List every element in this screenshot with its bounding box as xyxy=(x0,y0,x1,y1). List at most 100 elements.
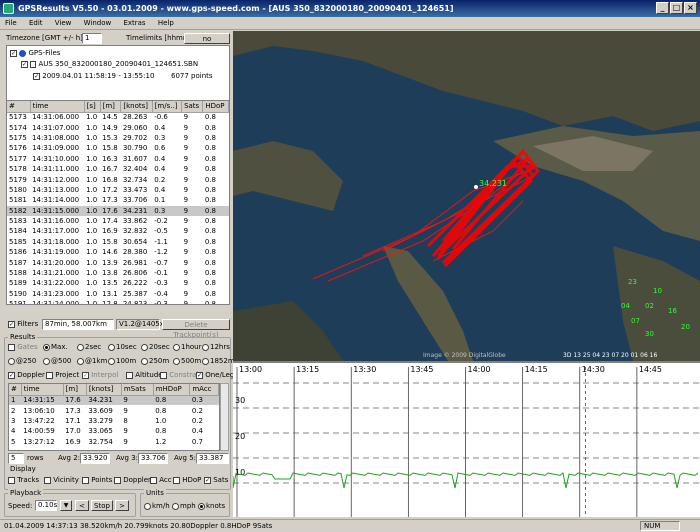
filters-value[interactable]: 87min, 58.007km xyxy=(42,319,114,330)
map-canvas[interactable]: 34.231 23 10 04 02 07 30 16 20 Image © 2… xyxy=(233,31,700,361)
trackpoint-row[interactable]: 5173 14:31:06.000 1.0 14.5 28.263 -0.6 9 0.8 xyxy=(7,112,229,122)
trackpoint-row[interactable]: 5175 14:31:08.000 1.0 15.3 29.702 0.3 9 0.8 xyxy=(7,133,229,143)
results-col-header[interactable]: time xyxy=(21,384,64,396)
vicinity-checkbox[interactable]: Vicinity xyxy=(44,476,79,484)
trackpoint-row[interactable]: 5191 14:31:24.000 1.0 12.8 24.823 -0.3 9 0.8 xyxy=(7,299,229,304)
prev-button[interactable]: < xyxy=(75,500,89,511)
kmh-radio[interactable]: km/h xyxy=(144,502,170,510)
trackpoint-row[interactable]: 5174 14:31:07.000 1.0 14.9 29.060 0.4 9 0.8 xyxy=(7,122,229,132)
trackpoint-row[interactable]: 5189 14:31:22.000 1.0 13.5 26.222 -0.3 9 0.8 xyxy=(7,278,229,288)
tree-session[interactable]: ✓ 2009.04.01 11:58:19 - 13:55:10 xyxy=(33,72,154,80)
next-button[interactable]: > xyxy=(115,500,129,511)
tp-col-header[interactable]: Sats xyxy=(181,101,204,113)
results-col-header[interactable]: [knots] xyxy=(86,384,122,396)
max-radio[interactable]: Max. xyxy=(43,343,68,351)
knots-radio[interactable]: knots xyxy=(198,502,225,510)
filters-checkbox-wrap[interactable]: ✓ Filters xyxy=(8,320,38,328)
result-row[interactable]: 3 13:47:22 17.1 33.279 8 1.0 0.2 xyxy=(9,416,219,426)
tree-root-checkbox[interactable]: ✓ xyxy=(10,49,17,57)
gates-checkbox[interactable]: Gates xyxy=(8,343,38,351)
timezone-input[interactable]: 1 xyxy=(82,33,102,44)
trackpoint-row[interactable]: 5184 14:31:17.000 1.0 16.9 32.832 -0.5 9 0.8 xyxy=(7,226,229,236)
menu-help[interactable]: Help xyxy=(153,17,179,30)
results-col-header[interactable]: mAcc xyxy=(189,384,219,396)
menu-edit[interactable]: Edit xyxy=(24,17,48,30)
tree-session-checkbox[interactable]: ✓ xyxy=(33,72,40,80)
at250-radio[interactable]: @250 xyxy=(8,357,36,365)
trackpoint-row[interactable]: 5185 14:31:18.000 1.0 15.8 30.654 -1.1 9 0.8 xyxy=(7,237,229,247)
tree-root[interactable]: ✓ GPS-Files xyxy=(10,49,60,57)
trackpoint-row[interactable]: 5179 14:31:12.000 1.0 16.8 32.734 0.2 9 0.8 xyxy=(7,174,229,184)
sats-checkbox[interactable]: ✓ Sats xyxy=(204,476,228,484)
tp-col-header[interactable]: time xyxy=(30,101,85,113)
tp-col-header[interactable]: [m] xyxy=(100,101,122,113)
trackpoint-row[interactable]: 5183 14:31:16.000 1.0 17.4 33.862 -0.2 9 0.8 xyxy=(7,216,229,226)
result-row[interactable]: 2 13:06:10 17.3 33.609 9 0.8 0.2 xyxy=(9,405,219,415)
menu-extras[interactable]: Extras xyxy=(118,17,150,30)
project-checkbox[interactable]: Project xyxy=(46,371,79,379)
satellite-map[interactable]: 34.231 23 10 04 02 07 30 16 20 Image © 2… xyxy=(233,31,700,361)
maximize-button[interactable]: □ xyxy=(670,2,683,14)
speed-input[interactable]: 0.10s xyxy=(35,500,57,511)
trackpoint-row[interactable]: 5187 14:31:20.000 1.0 13.9 26.981 -0.7 9 0.8 xyxy=(7,257,229,267)
tree-file-checkbox[interactable]: ✓ xyxy=(21,60,28,68)
tp-col-header[interactable]: [knots] xyxy=(120,101,153,113)
acc-checkbox[interactable]: Acc xyxy=(150,476,172,484)
10sec-radio[interactable]: 10sec xyxy=(108,343,137,351)
20sec-radio[interactable]: 20sec xyxy=(141,343,170,351)
speed-graph[interactable]: 13:00 13:15 13:30 13:45 14:00 14:15 14:30 14:45… xyxy=(232,361,700,517)
menu-view[interactable]: View xyxy=(50,17,77,30)
result-row[interactable]: 1 14:31:15 17.6 34.231 9 0.8 0.3 xyxy=(9,395,219,406)
tp-col-header[interactable]: [m/s..] xyxy=(152,101,183,113)
graph-canvas[interactable]: 13:00 13:15 13:30 13:45 14:00 14:15 14:30 14:45… xyxy=(232,363,700,517)
results-scrollbar[interactable] xyxy=(220,383,229,451)
results-col-header[interactable]: mSats xyxy=(121,384,154,396)
trackpoint-row[interactable]: 5181 14:31:14.000 1.0 17.3 33.706 0.1 9 0.8 xyxy=(7,195,229,205)
at500-radio[interactable]: @500 xyxy=(43,357,71,365)
results-col-header[interactable]: [m] xyxy=(63,384,87,396)
trackpoint-grid[interactable]: # time [s] [m] [knots] [m/s..] Sats HDoP 5173 14… xyxy=(6,100,230,305)
stop-button[interactable]: Stop xyxy=(91,500,113,511)
minimize-button[interactable]: _ xyxy=(656,2,669,14)
12hrs-radio[interactable]: 12hrs xyxy=(202,343,230,351)
result-row[interactable]: 5 13:27:12 16.9 32.754 9 1.2 0.7 xyxy=(9,437,219,447)
doppler-checkbox[interactable]: ✓ Doppler xyxy=(8,371,45,379)
at1km-radio[interactable]: @1km xyxy=(77,357,107,365)
interpol-checkbox[interactable]: ✓ Interpol xyxy=(82,371,118,379)
tp-col-header[interactable]: # xyxy=(7,101,31,113)
trackpoint-row[interactable]: 5186 14:31:19.000 1.0 14.6 28.380 -1.2 9 0.8 xyxy=(7,247,229,257)
display-doppler-checkbox[interactable]: Doppler xyxy=(114,476,151,484)
menu-file[interactable]: File xyxy=(0,17,22,30)
oneleg-checkbox[interactable]: ✓ One/Leg xyxy=(196,371,234,379)
1hour-radio[interactable]: 1hour xyxy=(173,343,202,351)
trackpoint-row[interactable]: 5180 14:31:13.000 1.0 17.2 33.473 0.4 9 0.8 xyxy=(7,185,229,195)
tp-col-header[interactable]: [s] xyxy=(84,101,101,113)
filters-checkbox[interactable]: ✓ xyxy=(8,320,15,328)
trackpoint-row[interactable]: 5188 14:31:21.000 1.0 13.8 26.806 -0.1 9 0.8 xyxy=(7,268,229,278)
tp-col-header[interactable]: HDoP xyxy=(202,101,229,113)
points-checkbox[interactable]: Points xyxy=(82,476,112,484)
delete-trackpoints-button[interactable]: Delete Trackpoint(s) xyxy=(162,319,230,339)
altitude-checkbox[interactable]: Altitude xyxy=(126,371,163,379)
results-col-header[interactable]: # xyxy=(9,384,22,396)
trackpoint-row[interactable]: 5177 14:31:10.000 1.0 16.3 31.607 0.4 9 0.8 xyxy=(7,154,229,164)
250m-radio[interactable]: 250m xyxy=(141,357,169,365)
rows-input[interactable]: 5 xyxy=(8,453,24,464)
result-row[interactable]: 4 14:00:59 17.0 33.065 9 0.8 0.4 xyxy=(9,426,219,436)
2sec-radio[interactable]: 2sec xyxy=(77,343,101,351)
close-button[interactable]: × xyxy=(684,2,697,14)
trackpoint-row[interactable]: 5182 14:31:15.000 1.0 17.6 34.231 0.3 9 0.8 xyxy=(7,205,229,216)
tracks-checkbox[interactable]: Tracks xyxy=(8,476,39,484)
500m-radio[interactable]: 500m xyxy=(173,357,201,365)
tree-file[interactable]: ✓ AUS 350_832000180_20090401_124651.SBN xyxy=(21,60,198,68)
hdop-checkbox[interactable]: HDoP xyxy=(173,476,201,484)
trackpoint-row[interactable]: 5178 14:31:11.000 1.0 16.7 32.404 0.4 9 0.8 xyxy=(7,164,229,174)
timelimits-button[interactable]: no timelimits xyxy=(184,33,230,53)
trackpoint-row[interactable]: 5176 14:31:09.000 1.0 15.8 30.790 0.6 9 0.8 xyxy=(7,143,229,153)
results-col-header[interactable]: mHDoP xyxy=(153,384,191,396)
results-grid[interactable]: # time [m] [knots] mSats mHDoP mAcc 1 14:31:15 1… xyxy=(8,383,220,451)
100m-radio[interactable]: 100m xyxy=(108,357,136,365)
menu-window[interactable]: Window xyxy=(79,17,117,30)
mph-radio[interactable]: mph xyxy=(172,502,196,510)
trackpoint-row[interactable]: 5190 14:31:23.000 1.0 13.1 25.387 -0.4 9 0.8 xyxy=(7,289,229,299)
